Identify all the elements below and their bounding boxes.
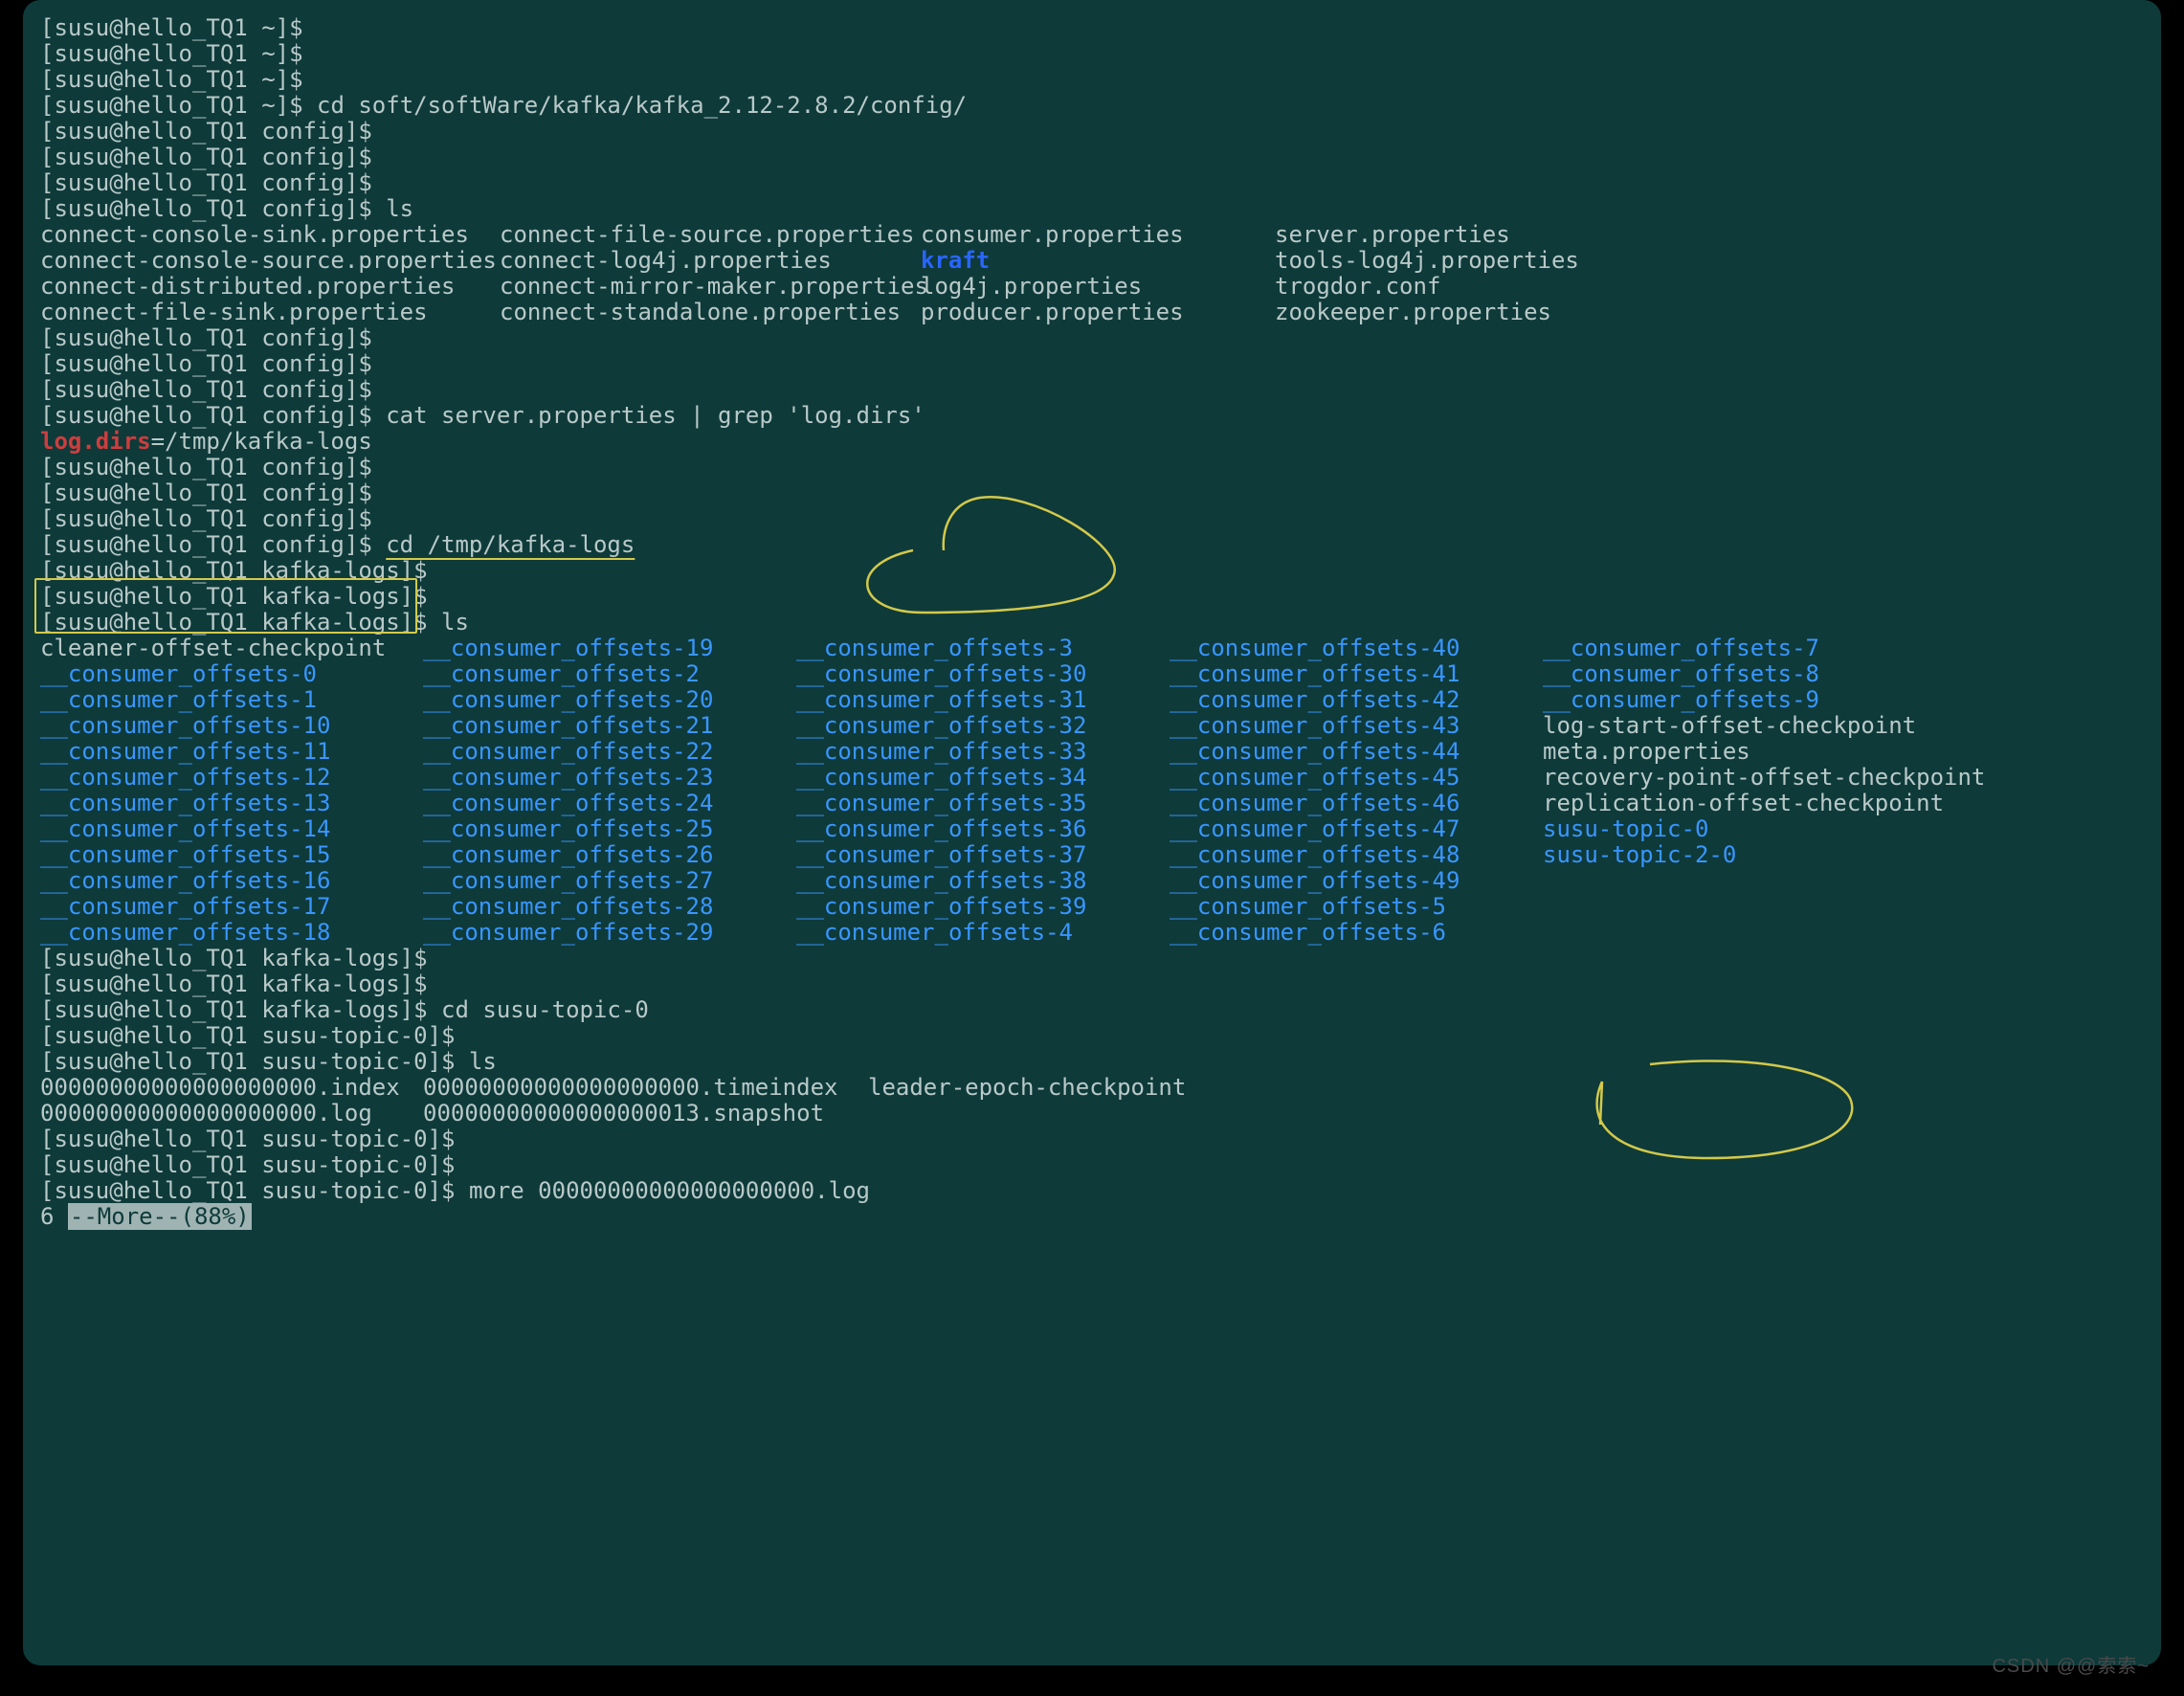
kafka-log-entry: __consumer_offsets-22 <box>423 738 713 765</box>
kafka-log-entry: __consumer_offsets-41 <box>1170 660 1460 687</box>
kafka-log-entry: __consumer_offsets-3 <box>796 635 1073 661</box>
config-file: consumer.properties <box>921 221 1184 248</box>
topic-file: 00000000000000000000.index <box>40 1074 400 1101</box>
kafka-log-entry: __consumer_offsets-17 <box>40 893 330 920</box>
kafka-log-entry: __consumer_offsets-34 <box>796 764 1086 791</box>
kafka-log-entry: __consumer_offsets-13 <box>40 790 330 816</box>
kafka-log-entry: __consumer_offsets-1 <box>40 686 317 713</box>
config-file: trogdor.conf <box>1275 273 1440 300</box>
kafka-log-entry: __consumer_offsets-27 <box>423 867 713 894</box>
topic-file: 00000000000000000013.snapshot <box>423 1100 824 1127</box>
kafka-log-entry: susu-topic-0 <box>1543 815 1708 842</box>
kafka-log-entry: __consumer_offsets-9 <box>1543 686 1819 713</box>
kafka-log-entry: __consumer_offsets-43 <box>1170 712 1460 739</box>
config-file: server.properties <box>1275 221 1510 248</box>
kafka-log-entry: __consumer_offsets-4 <box>796 919 1073 946</box>
kafka-log-entry: __consumer_offsets-6 <box>1170 919 1446 946</box>
topic-file: 00000000000000000000.timeindex <box>423 1074 837 1101</box>
kafka-log-entry: __consumer_offsets-18 <box>40 919 330 946</box>
terminal-output[interactable]: [susu@hello_TQ1 ~]$ [susu@hello_TQ1 ~]$ … <box>40 15 2144 1230</box>
more-progress-tag: --More--(88%) <box>68 1203 252 1230</box>
kafka-log-entry: __consumer_offsets-21 <box>423 712 713 739</box>
config-file: connect-distributed.properties <box>40 273 455 300</box>
kafka-log-entry: __consumer_offsets-44 <box>1170 738 1460 765</box>
config-file: connect-file-sink.properties <box>40 299 428 325</box>
cd-kafka-logs: cd /tmp/kafka-logs <box>386 531 635 558</box>
config-file: log4j.properties <box>921 273 1142 300</box>
kafka-log-entry: __consumer_offsets-47 <box>1170 815 1460 842</box>
config-file: zookeeper.properties <box>1275 299 1551 325</box>
kafka-log-entry: __consumer_offsets-48 <box>1170 841 1460 868</box>
kafka-log-entry: replication-offset-checkpoint <box>1543 790 1944 816</box>
kafka-log-entry: __consumer_offsets-11 <box>40 738 330 765</box>
config-file: kraft <box>921 247 990 274</box>
more-output-col0: 6 <box>40 1203 68 1230</box>
kafka-log-entry: __consumer_offsets-5 <box>1170 893 1446 920</box>
kafka-log-entry: log-start-offset-checkpoint <box>1543 712 1916 739</box>
kafka-log-entry: __consumer_offsets-7 <box>1543 635 1819 661</box>
config-file: connect-mirror-maker.properties <box>500 273 928 300</box>
kafka-log-entry: __consumer_offsets-26 <box>423 841 713 868</box>
config-file: connect-standalone.properties <box>500 299 901 325</box>
kafka-log-entry: __consumer_offsets-2 <box>423 660 700 687</box>
kafka-log-entry: __consumer_offsets-35 <box>796 790 1086 816</box>
kafka-log-entry: __consumer_offsets-20 <box>423 686 713 713</box>
kafka-log-entry: __consumer_offsets-24 <box>423 790 713 816</box>
kafka-log-entry: __consumer_offsets-28 <box>423 893 713 920</box>
kafka-log-entry: __consumer_offsets-32 <box>796 712 1086 739</box>
kafka-log-entry: __consumer_offsets-36 <box>796 815 1086 842</box>
kafka-log-entry: __consumer_offsets-19 <box>423 635 713 661</box>
kafka-log-entry: __consumer_offsets-33 <box>796 738 1086 765</box>
topic-file: 00000000000000000000.log <box>40 1100 372 1127</box>
kafka-log-entry: meta.properties <box>1543 738 1750 765</box>
config-file: producer.properties <box>921 299 1184 325</box>
kafka-log-entry: __consumer_offsets-45 <box>1170 764 1460 791</box>
kafka-log-entry: __consumer_offsets-15 <box>40 841 330 868</box>
config-file: connect-console-source.properties <box>40 247 497 274</box>
grep-match: log.dirs <box>40 428 151 455</box>
config-file: tools-log4j.properties <box>1275 247 1579 274</box>
kafka-log-entry: susu-topic-2-0 <box>1543 841 1736 868</box>
grep-rest: =/tmp/kafka-logs <box>151 428 372 455</box>
kafka-log-entry: __consumer_offsets-37 <box>796 841 1086 868</box>
kafka-log-entry: __consumer_offsets-16 <box>40 867 330 894</box>
kafka-log-entry: __consumer_offsets-25 <box>423 815 713 842</box>
terminal-window[interactable]: [susu@hello_TQ1 ~]$ [susu@hello_TQ1 ~]$ … <box>23 0 2161 1665</box>
kafka-log-entry: __consumer_offsets-46 <box>1170 790 1460 816</box>
kafka-log-entry: __consumer_offsets-0 <box>40 660 317 687</box>
kafka-log-entry: __consumer_offsets-14 <box>40 815 330 842</box>
kafka-log-entry: cleaner-offset-checkpoint <box>40 635 386 661</box>
kafka-log-entry: __consumer_offsets-12 <box>40 764 330 791</box>
kafka-log-entry: __consumer_offsets-39 <box>796 893 1086 920</box>
kafka-log-entry: __consumer_offsets-38 <box>796 867 1086 894</box>
kafka-log-entry: __consumer_offsets-8 <box>1543 660 1819 687</box>
kafka-log-entry: __consumer_offsets-42 <box>1170 686 1460 713</box>
config-file: connect-log4j.properties <box>500 247 832 274</box>
watermark: CSDN @@索索~ <box>1992 1656 2150 1678</box>
kafka-log-entry: __consumer_offsets-23 <box>423 764 713 791</box>
topic-file: leader-epoch-checkpoint <box>868 1074 1186 1101</box>
kafka-log-entry: __consumer_offsets-49 <box>1170 867 1460 894</box>
kafka-log-entry: recovery-point-offset-checkpoint <box>1543 764 1985 791</box>
config-file: connect-file-source.properties <box>500 221 914 248</box>
kafka-log-entry: __consumer_offsets-40 <box>1170 635 1460 661</box>
kafka-log-entry: __consumer_offsets-10 <box>40 712 330 739</box>
kafka-log-entry: __consumer_offsets-30 <box>796 660 1086 687</box>
config-file: connect-console-sink.properties <box>40 221 469 248</box>
kafka-log-entry: __consumer_offsets-29 <box>423 919 713 946</box>
kafka-log-entry: __consumer_offsets-31 <box>796 686 1086 713</box>
